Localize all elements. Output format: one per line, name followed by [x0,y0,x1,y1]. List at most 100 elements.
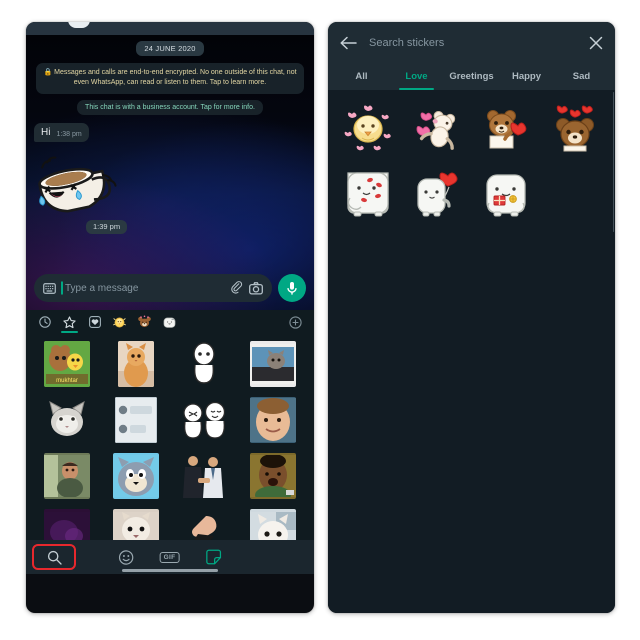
screenshot-root: 24 JUNE 2020 🔒 Messages and calls are en… [0,0,640,640]
two-blob-figures-sticker [178,397,230,443]
brown-bear-with-hearts-sticker [549,103,601,155]
close-x-icon[interactable] [589,36,603,50]
sticker-bottom-bar: GIF [26,540,314,574]
bottom-bar-icon-group: GIF [118,549,222,565]
svg-text:mukhtar: mukhtar [56,378,78,384]
sticker-result-item[interactable] [474,164,539,222]
business-account-text: This chat is with a business account. Ta… [85,103,255,111]
home-indicator-bar [122,569,218,572]
sticker-result-item[interactable] [542,100,607,158]
sticker-item[interactable] [105,450,168,502]
chick-pack-tab[interactable] [108,311,131,333]
brown-bear-holding-heart-sticker [480,103,532,155]
laughing-man-sticker [249,453,296,499]
favorite-stickers-tab[interactable] [58,311,81,333]
search-input-placeholder-wrap[interactable]: Type a message [61,281,223,295]
sticker-search-header: Search stickers [328,22,615,63]
sticker-item[interactable] [105,506,168,540]
voice-record-button[interactable] [278,274,306,302]
camera-icon[interactable] [249,281,263,295]
camera-notch [68,22,90,28]
smirking-child-sticker [249,397,296,443]
tom-cat-sticker [112,453,159,499]
text-caret [61,281,63,295]
tab-greetings[interactable]: Greetings [444,63,499,90]
back-arrow-icon[interactable] [340,36,357,50]
hand-meme-sticker [181,509,227,540]
sticker-result-item[interactable] [474,100,539,158]
message-text: Hi [41,126,51,138]
white-cat-sticker [249,509,296,540]
star-icon [63,315,76,328]
whatsapp-chat-panel: 24 JUNE 2020 🔒 Messages and calls are en… [26,22,314,613]
sticker-result-item[interactable] [336,100,401,158]
brown-bear-icon [138,315,151,327]
white-bear-with-kisses-sticker [342,167,394,219]
sticker-item[interactable] [36,450,99,502]
cream-bear-blowing-hearts-sticker [411,103,463,155]
sticker-item[interactable] [173,394,236,446]
chat-screenshot-sticker [114,397,157,443]
message-time: 1:38 pm [56,130,82,138]
clock-icon [38,316,51,328]
tab-sad[interactable]: Sad [554,63,609,90]
sticker-item[interactable] [242,450,305,502]
microphone-icon [287,281,297,295]
yellow-chick-with-hearts-sticker [342,103,394,155]
sticker-grid: mukhtar [26,334,314,540]
sticker-item[interactable]: mukhtar [36,338,99,390]
sticker-search-button-highlighted[interactable] [32,544,76,570]
sticker-item[interactable] [242,506,305,540]
sticker-item[interactable] [105,338,168,390]
white-bear-heart-balloon-sticker [411,167,463,219]
recent-stickers-tab[interactable] [33,311,56,333]
tab-love[interactable]: Love [389,63,444,90]
laughing-coffee-cup-sticker[interactable] [34,146,306,218]
sticker-pack-tabs [26,310,314,334]
message-bubble-text[interactable]: Hi 1:38 pm [34,122,89,142]
white-bear-pack-tab[interactable] [158,311,181,333]
sticker-result-item[interactable] [405,100,470,158]
sticker-results-area [328,90,615,613]
message-input-bar[interactable]: Type a message [34,274,272,302]
emoji-smiley-icon[interactable] [118,549,134,565]
sticker-item[interactable] [173,338,236,390]
sticker-search-panel: Search stickers All Love Greetings Happy… [328,22,615,613]
sticker-item[interactable] [242,338,305,390]
sticker-item[interactable] [105,394,168,446]
white-blob-figure-sticker [181,341,227,387]
heart-square-icon [88,316,101,328]
sticker-item[interactable] [36,394,99,446]
gif-button[interactable]: GIF [159,551,180,563]
sticker-message-time: 1:39 pm [86,219,128,234]
add-sticker-pack-button[interactable] [284,311,307,333]
tab-happy[interactable]: Happy [499,63,554,90]
sticker-search-input[interactable]: Search stickers [369,37,577,49]
sticker-item[interactable] [173,450,236,502]
tab-all[interactable]: All [334,63,389,90]
sticker-item[interactable] [36,506,99,540]
date-divider-label: 24 JUNE 2020 [136,41,204,56]
grey-cat-face-sticker [44,397,90,443]
encryption-notice-text: Messages and calls are end-to-end encryp… [54,68,297,87]
paperclip-icon[interactable] [229,281,243,295]
vertical-scrollbar[interactable] [612,92,614,232]
date-divider: 24 JUNE 2020 [34,41,306,56]
sticker-result-item[interactable] [405,164,470,222]
orange-kitten-photo-sticker [117,341,154,387]
sticker-icon[interactable] [205,549,221,565]
white-bear-icon [163,317,176,328]
sticker-results-grid [336,100,607,222]
sticker-result-item[interactable] [336,164,401,222]
keyboard-icon[interactable] [43,282,56,294]
purple-dark-sticker [44,509,91,540]
plus-circle-icon [289,315,302,329]
business-account-notice[interactable]: This chat is with a business account. Ta… [77,99,263,115]
handshake-meme-sticker [179,453,229,499]
sticker-item[interactable] [242,394,305,446]
heart-pack-tab[interactable] [83,311,106,333]
encryption-notice[interactable]: 🔒 Messages and calls are end-to-end encr… [36,63,304,94]
bear-pack-tab[interactable] [133,311,156,333]
status-bar [26,22,314,35]
sticker-item[interactable] [173,506,236,540]
